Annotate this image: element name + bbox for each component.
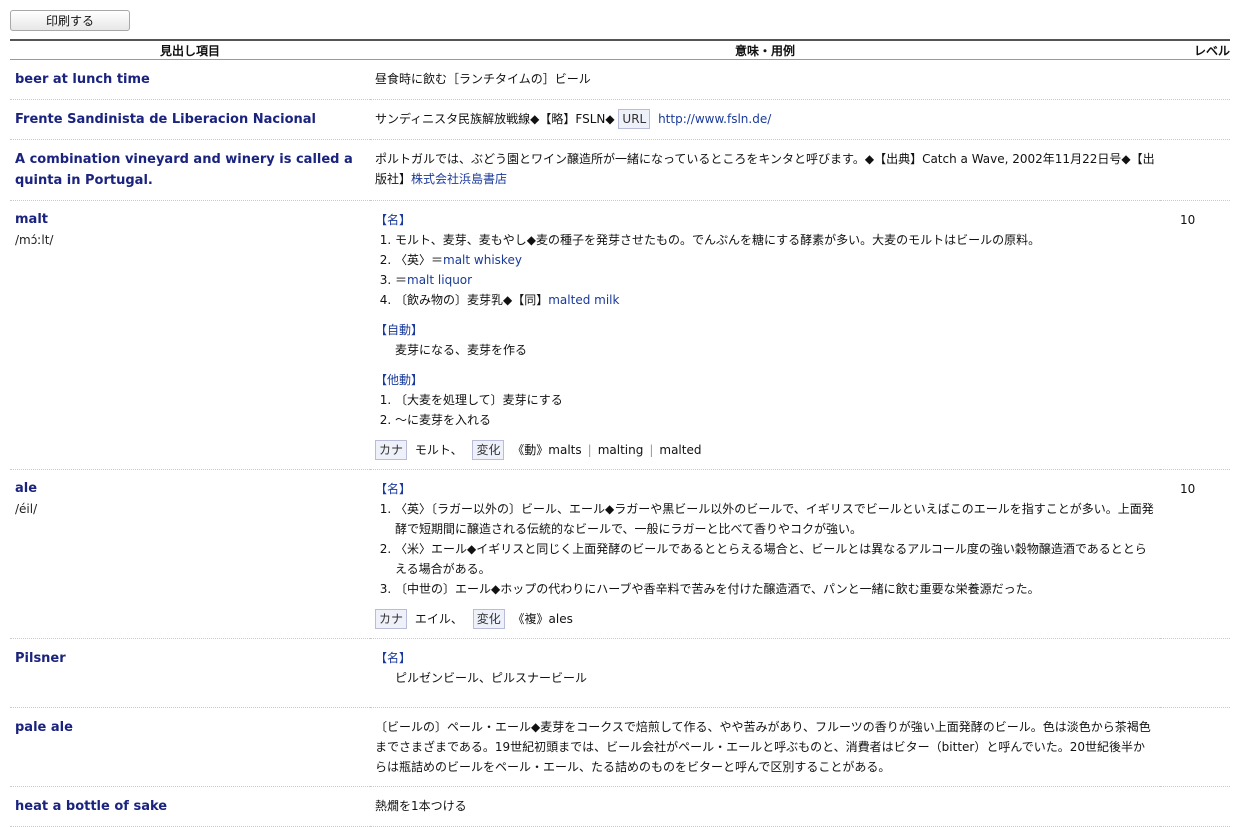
entry-headword: malt [15,212,48,227]
entry-headword: A combination vineyard and winery is cal… [15,152,353,188]
separator: | [649,443,654,457]
level-cell [1160,707,1230,787]
meaning-text: 熱燗を1本つける [375,799,467,813]
kana-tag: カナ [375,440,408,460]
table-row: beer at lunch time 昼食時に飲む［ランチタイムの］ビール [10,59,1230,100]
level-cell [1160,139,1230,201]
kana-text: モルト、 [414,443,463,457]
part-of-speech-intransitive: 【自動】 [375,323,424,337]
entry-headword: Frente Sandinista de Liberacion Nacional [15,112,316,127]
change-tag: 変化 [472,440,505,460]
part-of-speech-transitive: 【他動】 [375,373,424,387]
table-row: ale /éil/ 【名】 〈英〉〔ラガー以外の〕ビール、エール◆ラガーや黒ビー… [10,469,1230,639]
meaning-cell: 【名】 ピルゼンビール、ピルスナービール [370,638,1160,708]
meaning-cell: 〔ビールの〕ペール・エール◆麦芽をコークスで焙煎して作る、やや苦みがあり、フルー… [370,707,1160,787]
part-of-speech-noun: 【名】 [375,213,412,227]
publisher-link[interactable]: 株式会社浜島書店 [411,172,507,186]
sense-list: 〔大麦を処理して〕麦芽にする ～に麦芽を入れる [375,390,1155,430]
entry-headword: heat a bottle of sake [15,799,168,814]
kana-text: エイル、 [414,612,463,626]
level-cell [1160,786,1230,827]
entry-cell: pale ale [10,707,370,787]
meaning-text: 昼食時に飲む［ランチタイムの］ビール [375,72,591,86]
separator: | [587,443,592,457]
level-value: 10 [1180,482,1196,496]
entry-cell: Pilsner [10,638,370,708]
level-cell [1160,638,1230,708]
table-row: heat a bottle of sake 熱燗を1本つける [10,786,1230,827]
meaning-cell: 【名】 〈英〉〔ラガー以外の〕ビール、エール◆ラガーや黒ビール以外のビールで、イ… [370,469,1160,639]
table-row: malt /mɔ́ːlt/ 【名】 モルト、麦芽、麦もやし◆麦の種子を発芽させた… [10,200,1230,470]
table-row: A combination vineyard and winery is cal… [10,139,1230,201]
forms-label: 《動》 [512,443,549,457]
meaning-cell: サンディニスタ民族解放戦線◆【略】FSLN◆ URL http://www.fs… [370,99,1160,140]
vocab-table: 見出し項目 意味・用例 レベル beer at lunch time 昼食時に飲… [10,39,1230,827]
column-header-entry: 見出し項目 [10,39,370,60]
sense-item: 〔飲み物の〕麦芽乳◆【同】malted milk [395,290,1155,310]
meaning-cell: ポルトガルでは、ぶどう園とワイン醸造所が一緒になっているところをキンタと呼びます… [370,139,1160,201]
level-cell [1160,99,1230,140]
sense-item: 〈米〉エール◆イギリスと同じく上面発酵のビールであるととらえる場合と、ビールとは… [395,539,1155,579]
crossref-link[interactable]: malt liquor [407,273,472,287]
crossref-link[interactable]: malted milk [548,293,619,307]
form-text: ales [548,612,573,626]
entry-headword: pale ale [15,720,73,735]
meaning-text: 〔ビールの〕ペール・エール◆麦芽をコークスで焙煎して作る、やや苦みがあり、フルー… [375,720,1151,774]
sense-item: ＝malt liquor [395,270,1155,290]
pronunciation: /mɔ́ːlt/ [15,233,54,247]
level-cell: 10 [1160,469,1230,639]
table-row: Pilsner 【名】 ピルゼンビール、ピルスナービール [10,638,1230,708]
level-cell [1160,59,1230,100]
entry-cell: malt /mɔ́ːlt/ [10,200,370,470]
url-tag: URL [618,109,651,129]
sense-text: 麦芽になる、麦芽を作る [395,343,528,357]
kana-tag: カナ [375,609,408,629]
entry-cell: beer at lunch time [10,59,370,100]
sense-item: ～に麦芽を入れる [395,410,1155,430]
table-header-row: 見出し項目 意味・用例 レベル [10,39,1230,60]
meaning-cell: 熱燗を1本つける [370,786,1160,827]
entry-cell: A combination vineyard and winery is cal… [10,139,370,201]
level-cell: 10 [1160,200,1230,470]
part-of-speech-noun: 【名】 [375,482,412,496]
entry-cell: Frente Sandinista de Liberacion Nacional [10,99,370,140]
column-header-level: レベル [1160,39,1230,60]
sense-item: モルト、麦芽、麦もやし◆麦の種子を発芽させたもの。でんぷんを糖にする酵素が多い。… [395,230,1155,250]
meaning-cell: 【名】 モルト、麦芽、麦もやし◆麦の種子を発芽させたもの。でんぷんを糖にする酵素… [370,200,1160,470]
entry-headword: Pilsner [15,651,66,666]
sense-list: モルト、麦芽、麦もやし◆麦の種子を発芽させたもの。でんぷんを糖にする酵素が多い。… [375,230,1155,310]
crossref-link[interactable]: malt whiskey [443,253,522,267]
sense-text: ピルゼンビール、ピルスナービール [395,671,588,685]
form-text: malting [597,443,644,457]
url-link[interactable]: http://www.fsln.de/ [658,112,771,126]
print-button[interactable]: 印刷する [10,10,130,31]
entry-headword: beer at lunch time [15,72,150,87]
meaning-text: サンディニスタ民族解放戦線◆【略】FSLN◆ [375,112,615,126]
sense-list: 〈英〉〔ラガー以外の〕ビール、エール◆ラガーや黒ビール以外のビールで、イギリスで… [375,499,1155,599]
entry-cell: heat a bottle of sake [10,786,370,827]
entry-headword: ale [15,481,38,496]
forms-line: カナ モルト、 変化 《動》malts | malting | malted [375,440,1155,460]
sense-item: 〈英〉＝malt whiskey [395,250,1155,270]
table-row: pale ale 〔ビールの〕ペール・エール◆麦芽をコークスで焙煎して作る、やや… [10,707,1230,787]
change-tag: 変化 [472,609,505,629]
column-header-meaning: 意味・用例 [370,39,1160,60]
meaning-cell: 昼食時に飲む［ランチタイムの］ビール [370,59,1160,100]
form-text: malts [548,443,582,457]
sense-item: 〔中世の〕エール◆ホップの代わりにハーブや香辛料で苦みを付けた醸造酒で、パンと一… [395,579,1155,599]
sense-item: 〔大麦を処理して〕麦芽にする [395,390,1155,410]
sense-item: 〈英〉〔ラガー以外の〕ビール、エール◆ラガーや黒ビール以外のビールで、イギリスで… [395,499,1155,539]
entry-cell: ale /éil/ [10,469,370,639]
form-text: malted [659,443,702,457]
part-of-speech-noun: 【名】 [375,651,412,665]
forms-label: 《複》 [512,612,549,626]
table-row: Frente Sandinista de Liberacion Nacional… [10,99,1230,140]
forms-line: カナ エイル、 変化 《複》ales [375,609,1155,629]
level-value: 10 [1180,213,1196,227]
pronunciation: /éil/ [15,502,38,516]
